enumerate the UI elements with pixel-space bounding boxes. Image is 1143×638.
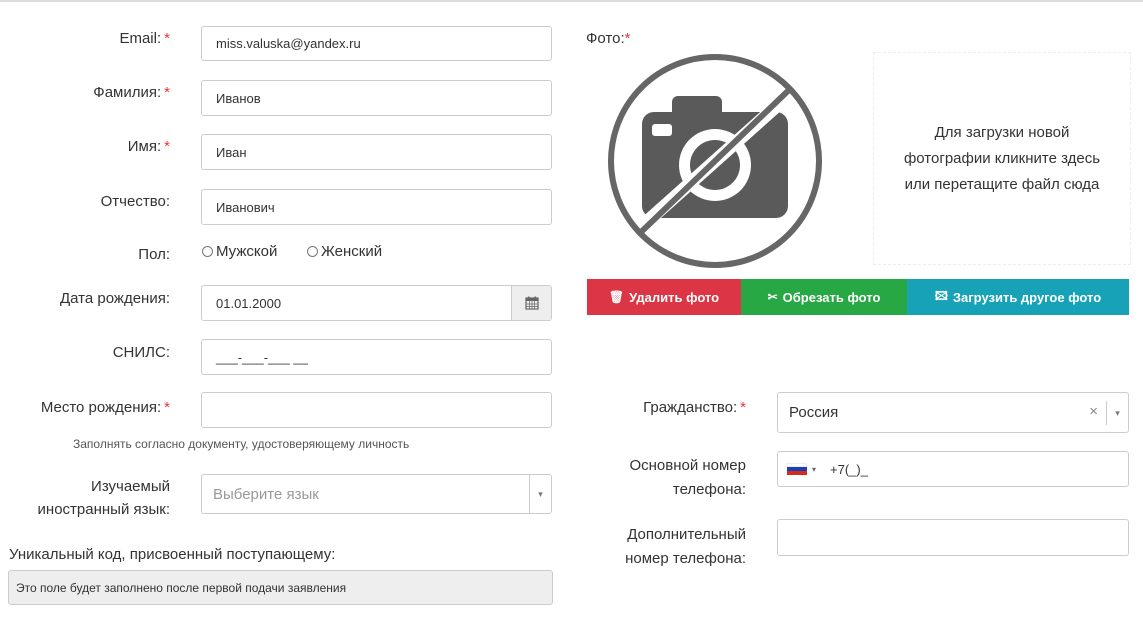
phone-main-field[interactable]: ▾ +7(_)_ <box>777 451 1129 487</box>
gender-male-label: Мужской <box>216 243 278 260</box>
snils-label: СНИЛС: <box>112 344 170 361</box>
surname-field[interactable]: Иванов <box>201 80 552 116</box>
gender-male-option[interactable]: Мужской <box>202 243 277 260</box>
language-select[interactable]: Выберите язык ▾ <box>201 474 552 514</box>
radio-male[interactable] <box>202 246 213 257</box>
email-label: Email: * <box>119 30 170 47</box>
birthplace-label: Место рождения: * <box>40 399 170 416</box>
phone-extra-label: Дополнительный номер телефона: <box>625 526 746 567</box>
image-icon: 🖾 <box>934 288 948 303</box>
unique-code-field: Это поле будет заполнено после первой по… <box>8 570 553 605</box>
birthplace-field[interactable] <box>201 392 552 428</box>
russia-flag-icon[interactable] <box>787 463 807 475</box>
birthdate-label: Дата рождения: <box>60 290 170 307</box>
gender-label: Пол: <box>138 246 170 263</box>
email-field[interactable]: miss.valuska@yandex.ru <box>201 26 552 61</box>
upload-photo-button[interactable]: 🖾 Загрузить другое фото <box>907 279 1129 315</box>
gender-female-option[interactable]: Женский <box>307 243 382 260</box>
crop-photo-button[interactable]: ✂ Обрезать фото <box>741 279 907 315</box>
scissors-icon: ✂ <box>767 290 778 304</box>
top-divider <box>0 0 1143 2</box>
phone-main-label: Основной номер телефона: <box>629 457 746 498</box>
snils-field[interactable]: ___-___-___ __ <box>201 339 552 375</box>
birthdate-field[interactable]: 01.01.2000 <box>201 285 552 321</box>
clear-icon[interactable]: × <box>1089 403 1098 420</box>
radio-female[interactable] <box>307 246 318 257</box>
chevron-down-icon[interactable]: ▾ <box>529 475 551 513</box>
trash-icon: 🗑 <box>608 290 625 304</box>
calendar-button[interactable] <box>511 286 551 320</box>
citizenship-select[interactable]: Россия × ▾ <box>777 392 1129 433</box>
birthplace-hint: Заполнять согласно документу, удостоверя… <box>73 437 410 451</box>
phone-extra-field[interactable] <box>777 519 1129 556</box>
surname-label: Фамилия: * <box>93 84 170 101</box>
flag-dropdown-icon[interactable]: ▾ <box>812 465 816 474</box>
gender-female-label: Женский <box>321 243 383 260</box>
no-photo-icon <box>608 54 822 268</box>
patronymic-field[interactable]: Иванович <box>201 189 552 225</box>
citizenship-label: Гражданство: * <box>643 399 746 416</box>
photo-label: Фото:* <box>586 30 631 47</box>
language-label: Изучаемый иностранный язык: <box>37 478 170 518</box>
calendar-icon <box>524 296 539 310</box>
patronymic-label: Отчество: <box>100 193 170 210</box>
photo-dropzone[interactable]: Для загрузки новой фотографии кликните з… <box>873 52 1131 265</box>
chevron-down-icon[interactable]: ▾ <box>1106 401 1128 425</box>
unique-code-label: Уникальный код, присвоенный поступающему… <box>9 546 336 563</box>
delete-photo-button[interactable]: 🗑 Удалить фото <box>587 279 741 315</box>
name-label: Имя: * <box>127 138 170 155</box>
name-field[interactable]: Иван <box>201 134 552 170</box>
